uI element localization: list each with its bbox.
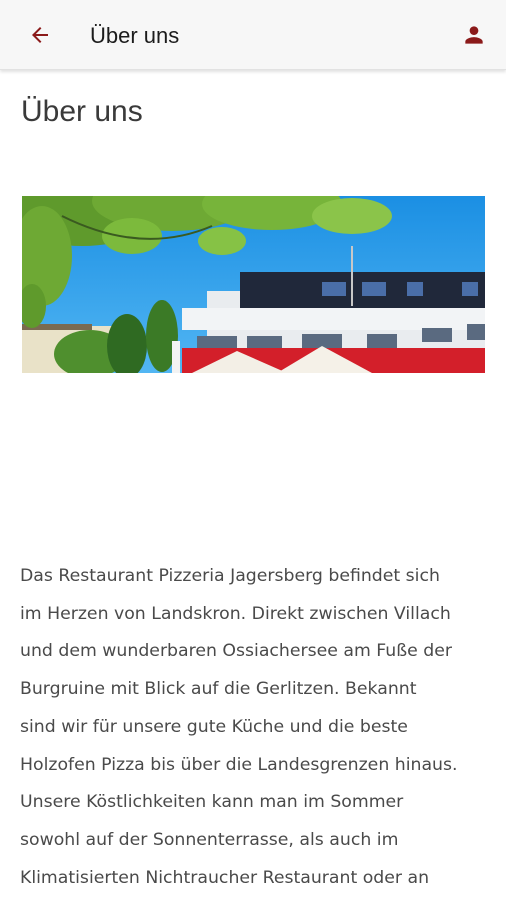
about-text-line: Burgruine mit Blick auf die Gerlitzen. B…: [20, 679, 417, 700]
app-bar: Über uns: [0, 0, 506, 70]
about-text-line: Holzofen Pizza bis über die Landesgrenze…: [20, 754, 458, 775]
app-bar-title: Über uns: [90, 23, 180, 48]
page-title: Über uns: [21, 95, 143, 128]
about-text-line: im Herzen von Landskron. Direkt zwischen…: [20, 603, 451, 624]
about-text-line: und dem wunderbaren Ossiachersee am Fuße…: [20, 641, 452, 662]
about-text-line: Das Restaurant Pizzeria Jagersberg befin…: [20, 566, 440, 586]
arrow-left-icon: [32, 27, 48, 43]
about-text-line: Klimatisierten Nichtraucher Restaurant o…: [20, 867, 430, 888]
back-button[interactable]: [18, 17, 62, 53]
about-text-line: sowohl auf der Sonnenterrasse, als auch …: [20, 829, 399, 850]
person-icon: [465, 26, 483, 44]
account-button[interactable]: [454, 17, 494, 53]
restaurant-building-photo: [22, 196, 485, 373]
about-text: Das Restaurant Pizzeria Jagersberg befin…: [20, 558, 490, 897]
about-text-line: sind wir für unsere gute Küche und die b…: [20, 716, 408, 737]
about-text-line: Unsere Köstlichkeiten kann man im Sommer: [20, 792, 404, 813]
